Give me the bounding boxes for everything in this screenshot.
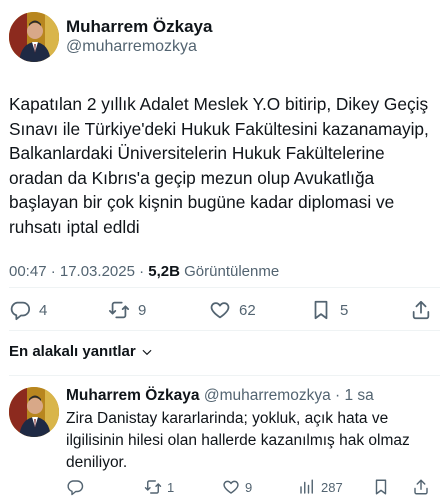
author-name[interactable]: Muharrem Özkaya xyxy=(66,17,212,37)
tweet-action-bar: 4 9 62 5 xyxy=(0,296,440,324)
views-count: 5,2B xyxy=(148,263,180,280)
like-count: 62 xyxy=(239,301,256,319)
author-avatar[interactable] xyxy=(9,12,59,62)
reply-button[interactable]: 4 xyxy=(9,296,47,324)
views-icon xyxy=(300,479,313,494)
replies-sort-dropdown[interactable]: En alakalı yanıtlar xyxy=(9,343,154,360)
chevron-down-icon xyxy=(142,349,152,355)
reply-icon xyxy=(10,301,31,321)
bookmark-icon xyxy=(314,300,328,320)
reply-meta[interactable]: @muharremozkya · 1 sa xyxy=(200,387,374,404)
reply-like-button[interactable]: 9 xyxy=(222,476,252,498)
divider xyxy=(9,375,440,376)
retweet-button[interactable]: 9 xyxy=(108,296,146,324)
reply-like-count: 9 xyxy=(245,479,253,495)
retweet-icon xyxy=(144,480,162,494)
retweet-count: 9 xyxy=(138,301,147,319)
reply-retweet-count: 1 xyxy=(167,479,175,495)
reply-text: Zira Danistay kararlarinda; yokluk, açık… xyxy=(66,410,410,471)
bookmark-icon xyxy=(375,479,387,495)
replies-sort-label: En alakalı yanıtlar xyxy=(9,343,136,360)
reply-count: 4 xyxy=(39,301,48,319)
tweet-timestamp[interactable]: 00:47 · 17.03.2025 · xyxy=(9,263,148,280)
reply-share-button[interactable] xyxy=(412,476,430,498)
reply-retweet-button[interactable]: 1 xyxy=(144,476,174,498)
reply-action-bar: 1 9 287 xyxy=(0,476,440,498)
reply-bookmark-button[interactable] xyxy=(372,476,390,498)
reply-icon xyxy=(67,480,84,496)
divider xyxy=(9,287,440,288)
share-icon xyxy=(412,300,430,320)
author-handle[interactable]: @muharremozkya xyxy=(66,38,197,56)
bookmark-count: 5 xyxy=(340,301,349,319)
reply-views-button[interactable]: 287 xyxy=(298,476,343,498)
reply-views-count: 287 xyxy=(321,479,343,495)
tweet-meta: 00:47 · 17.03.2025 · 5,2B Görüntülenme xyxy=(9,263,279,280)
reply-reply-button[interactable] xyxy=(66,476,84,498)
heart-icon xyxy=(210,302,230,319)
bookmark-button[interactable]: 5 xyxy=(310,296,348,324)
share-button[interactable] xyxy=(410,296,432,324)
reply-author-name[interactable]: Muharrem Özkaya xyxy=(66,387,200,404)
retweet-icon xyxy=(108,301,130,319)
like-button[interactable]: 62 xyxy=(209,296,256,324)
heart-icon xyxy=(223,480,239,494)
reply-author-avatar[interactable] xyxy=(9,387,59,437)
tweet-text: Kapatılan 2 yıllık Adalet Meslek Y.O bit… xyxy=(9,94,429,237)
reply-header: Muharrem Özkaya @muharremozkya · 1 sa xyxy=(66,387,374,405)
views-label: Görüntülenme xyxy=(179,263,280,280)
share-icon xyxy=(414,479,428,495)
divider xyxy=(9,330,440,331)
